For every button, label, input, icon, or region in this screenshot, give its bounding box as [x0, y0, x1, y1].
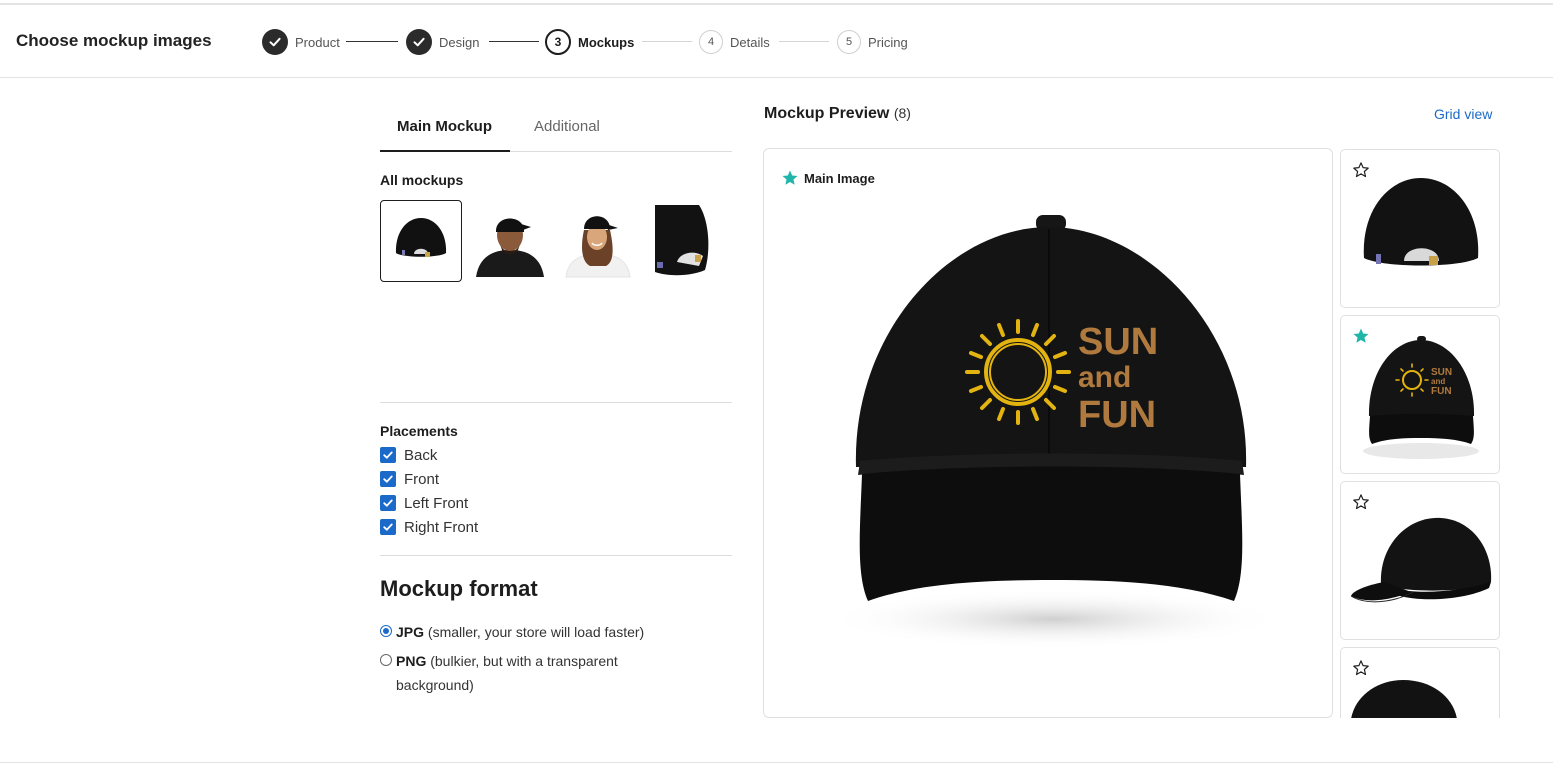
thumbnail-woman-wearing-hat[interactable] [556, 200, 638, 282]
placements-label: Placements [380, 423, 458, 439]
step-mockups[interactable]: 3 Mockups [545, 29, 641, 55]
design-text-line1: SUN [1078, 321, 1158, 363]
bottom-border [0, 762, 1553, 763]
format-description: (bulkier, but with a transparent backgro… [396, 653, 618, 693]
star-outline-icon[interactable] [1352, 161, 1370, 179]
format-option-png[interactable]: PNG (bulkier, but with a transparent bac… [380, 649, 670, 697]
active-tab-indicator [380, 150, 510, 152]
step-label: Design [439, 34, 480, 50]
mockup-card-front[interactable]: SUN and FUN [1340, 315, 1500, 474]
step-details[interactable]: 4 Details [699, 29, 776, 55]
format-option-text: JPG (smaller, your store will load faste… [380, 620, 680, 644]
placement-left-front-checkbox[interactable]: Left Front [380, 494, 468, 512]
checkbox-checked-icon [380, 519, 396, 535]
checkbox-checked-icon [380, 447, 396, 463]
step-pricing[interactable]: 5 Pricing [837, 29, 914, 55]
format-name: JPG [396, 624, 425, 640]
mockup-card-partial[interactable] [1340, 647, 1500, 718]
page-header: Choose mockup images Product Design 3 Mo… [0, 5, 1553, 78]
hat-front-image: SUN and FUN [824, 215, 1284, 649]
page-title: Choose mockup images [16, 31, 212, 50]
step-number: 5 [837, 30, 861, 54]
placement-front-checkbox[interactable]: Front [380, 470, 439, 488]
star-filled-icon[interactable] [1352, 327, 1370, 345]
radio-unselected[interactable] [380, 654, 392, 666]
placement-label: Back [404, 446, 438, 464]
star-filled-icon [782, 170, 798, 185]
checkbox-checked-icon [380, 495, 396, 511]
design-text-line3: FUN [1078, 394, 1156, 436]
placement-right-front-checkbox[interactable]: Right Front [380, 518, 478, 536]
step-number: 4 [699, 30, 723, 54]
step-number: 3 [545, 29, 571, 55]
radio-selected[interactable] [380, 625, 392, 637]
step-label: Mockups [578, 34, 635, 50]
step-connector [489, 41, 539, 42]
check-icon [262, 29, 288, 55]
placement-label: Front [404, 470, 440, 488]
format-option-text: PNG (bulkier, but with a transparent bac… [380, 649, 670, 697]
format-option-jpg[interactable]: JPG (smaller, your store will load faste… [380, 620, 680, 644]
main-image-badge: Main Image [781, 169, 875, 187]
all-mockups-label: All mockups [380, 172, 464, 188]
format-description: (smaller, your store will load faster) [424, 624, 645, 640]
thumbnail-hat-back-closeup[interactable] [647, 200, 729, 282]
placement-label: Right Front [404, 518, 479, 536]
tab-main-mockup[interactable]: Main Mockup [397, 118, 492, 135]
thumbnail-hat-back[interactable] [380, 200, 462, 282]
section-divider [380, 555, 732, 556]
design-text-line2: and [1431, 377, 1445, 386]
step-design[interactable]: Design [406, 29, 486, 55]
placement-label: Left Front [404, 494, 469, 512]
grid-view-link[interactable]: Grid view [1434, 106, 1492, 122]
placement-back-checkbox[interactable]: Back [380, 446, 437, 464]
design-text-line2: and [1078, 361, 1131, 394]
step-connector [642, 41, 692, 42]
mockup-format-title: Mockup format [380, 576, 538, 601]
section-divider [380, 402, 732, 403]
check-icon [406, 29, 432, 55]
step-product[interactable]: Product [262, 29, 346, 55]
mockup-thumbnails [380, 200, 732, 282]
tab-additional[interactable]: Additional [534, 118, 600, 135]
main-image-label: Main Image [804, 170, 875, 186]
mockup-tabs: Main Mockup Additional [380, 100, 732, 152]
thumbnail-man-wearing-hat[interactable] [471, 200, 553, 282]
star-outline-icon[interactable] [1352, 659, 1370, 677]
step-connector [779, 41, 829, 42]
step-label: Details [730, 34, 770, 50]
checkbox-checked-icon [380, 471, 396, 487]
step-label: Product [295, 34, 340, 50]
mockup-card-left[interactable] [1340, 481, 1500, 640]
star-outline-icon[interactable] [1352, 493, 1370, 511]
step-label: Pricing [868, 34, 908, 50]
mockup-preview-title: Mockup Preview (8) [764, 105, 911, 123]
mockup-card-back[interactable] [1340, 149, 1500, 308]
design-text-line3: FUN [1431, 386, 1452, 397]
format-name: PNG [396, 653, 427, 669]
preview-count: (8) [893, 105, 911, 121]
main-mockup-preview[interactable]: SUN and FUN Main Image [763, 148, 1333, 718]
preview-title-text: Mockup Preview [764, 105, 890, 122]
